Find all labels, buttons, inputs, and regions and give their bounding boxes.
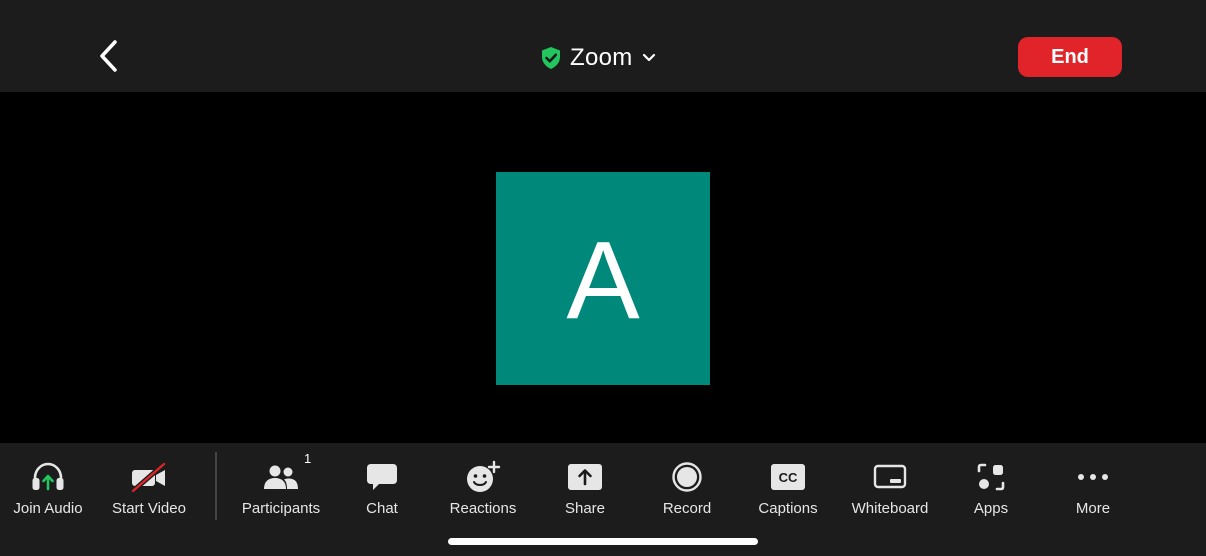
join-audio-label: Join Audio bbox=[13, 500, 83, 517]
apps-label: Apps bbox=[973, 500, 1009, 517]
whiteboard-button[interactable]: Whiteboard bbox=[841, 443, 939, 533]
participants-button[interactable]: 1 Participants bbox=[233, 443, 329, 533]
start-video-label: Start Video bbox=[112, 500, 186, 517]
start-video-button[interactable]: Start Video bbox=[101, 443, 197, 533]
apps-button[interactable]: Apps bbox=[943, 443, 1039, 533]
record-label: Record bbox=[662, 500, 712, 517]
cc-icon: CC bbox=[771, 464, 805, 490]
smiley-plus-icon bbox=[467, 460, 501, 492]
reactions-label: Reactions bbox=[449, 500, 517, 517]
avatar-initial: A bbox=[566, 218, 640, 342]
record-button[interactable]: Record bbox=[639, 443, 735, 533]
participant-avatar: A bbox=[496, 172, 710, 385]
more-label: More bbox=[1075, 500, 1111, 517]
cc-icon-text: CC bbox=[779, 470, 798, 485]
chat-label: Chat bbox=[366, 500, 398, 517]
chevron-left-icon bbox=[100, 40, 117, 72]
back-button[interactable] bbox=[92, 36, 124, 76]
meeting-title-dropdown[interactable]: Zoom bbox=[540, 38, 657, 78]
record-icon bbox=[672, 462, 702, 492]
chevron-down-icon bbox=[642, 53, 655, 62]
reactions-button[interactable]: Reactions bbox=[435, 443, 531, 533]
whiteboard-label: Whiteboard bbox=[851, 500, 929, 517]
video-off-icon bbox=[131, 462, 166, 492]
home-indicator[interactable] bbox=[448, 538, 758, 545]
apps-icon bbox=[977, 463, 1005, 491]
chat-button[interactable]: Chat bbox=[334, 443, 430, 533]
people-icon bbox=[264, 465, 298, 489]
headphones-icon bbox=[32, 462, 64, 491]
more-dots-icon bbox=[1078, 474, 1108, 480]
chat-icon bbox=[367, 464, 397, 490]
more-button[interactable]: More bbox=[1045, 443, 1141, 533]
end-meeting-button[interactable]: End bbox=[1018, 37, 1122, 77]
share-button[interactable]: Share bbox=[537, 443, 633, 533]
join-audio-button[interactable]: Join Audio bbox=[0, 443, 96, 533]
shield-check-icon bbox=[542, 47, 560, 69]
top-bar: Zoom End bbox=[0, 0, 1206, 92]
video-stage: A bbox=[0, 92, 1206, 443]
participants-label: Participants bbox=[241, 500, 321, 517]
share-arrow-icon bbox=[568, 464, 602, 490]
captions-button[interactable]: CC Captions bbox=[740, 443, 836, 533]
whiteboard-icon bbox=[873, 464, 907, 489]
share-label: Share bbox=[564, 500, 606, 517]
meeting-title: Zoom bbox=[570, 44, 633, 71]
participants-count-badge: 1 bbox=[304, 451, 312, 466]
toolbar-divider bbox=[215, 452, 217, 520]
captions-label: Captions bbox=[758, 500, 818, 517]
